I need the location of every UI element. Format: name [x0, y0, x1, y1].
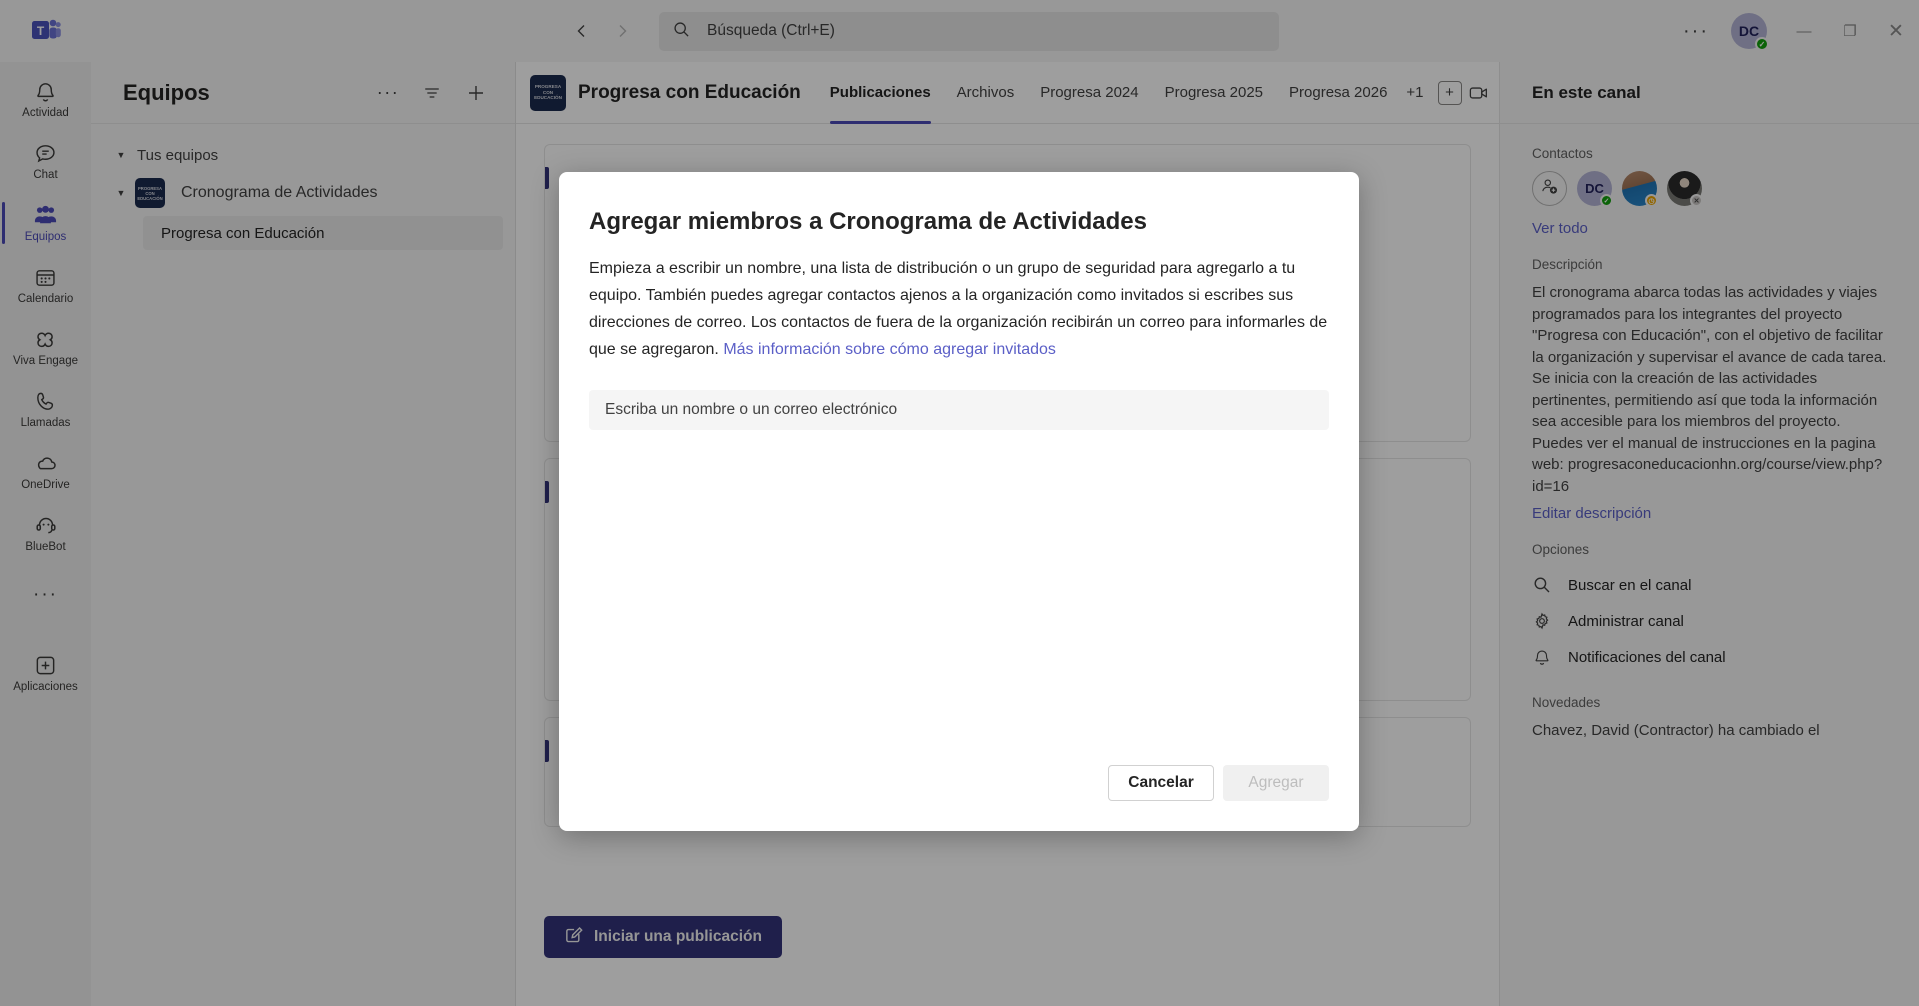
dialog-footer: Cancelar Agregar [589, 765, 1329, 801]
dialog-title: Agregar miembros a Cronograma de Activid… [589, 208, 1147, 235]
learn-more-guests-link[interactable]: Más información sobre cómo agregar invit… [723, 341, 1056, 358]
cancel-button[interactable]: Cancelar [1108, 765, 1214, 801]
member-search-input[interactable] [589, 390, 1329, 430]
teams-app-window: T Búsqueda (Ctrl+E) ··· DC ✓ — ❐ ✕ Activ… [0, 0, 1919, 1006]
add-button: Agregar [1223, 765, 1329, 801]
add-members-dialog: Agregar miembros a Cronograma de Activid… [559, 172, 1359, 831]
dialog-description: Empieza a escribir un nombre, una lista … [589, 255, 1329, 363]
